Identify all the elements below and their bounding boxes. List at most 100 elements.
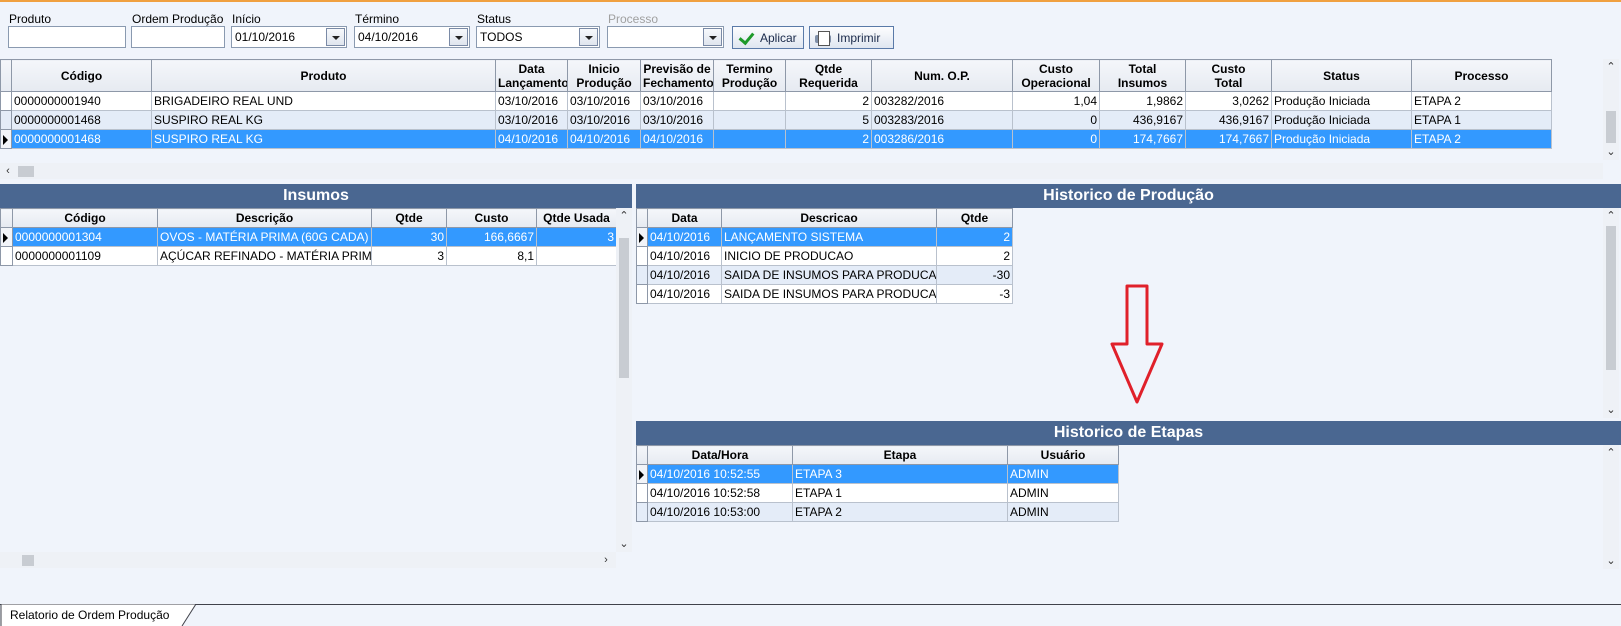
producao-header[interactable]: Data	[647, 208, 722, 228]
processo-label: Processo	[608, 12, 659, 26]
producao-vertical-scrollbar[interactable]: ⌃ ⌄	[1603, 208, 1619, 418]
insumos-vertical-scrollbar[interactable]: ⌃ ⌄	[616, 208, 632, 552]
inicio-dropdown-icon[interactable]	[326, 28, 345, 46]
row-indicator[interactable]	[636, 227, 648, 247]
termino-date-picker[interactable]: 04/10/2016	[354, 26, 470, 48]
producao-row[interactable]: 04/10/2016 SAIDA DE INSUMOS PARA PRODUCA…	[636, 284, 1013, 304]
orders-header[interactable]: Data Lançamento	[495, 59, 568, 92]
processo-dropdown-icon[interactable]	[703, 28, 722, 46]
order-row-selected[interactable]: 0000000001468 SUSPIRO REAL KG 04/10/2016…	[0, 129, 1552, 149]
chevron-up-icon[interactable]: ⌃	[1603, 59, 1619, 75]
chevron-up-icon[interactable]: ⌃	[1603, 445, 1619, 461]
header-line: Status	[1323, 68, 1360, 83]
insumos-header[interactable]: Qtde Usada	[536, 208, 617, 228]
etapa-row[interactable]: 04/10/2016 10:53:00 ETAPA 2 ADMIN	[636, 502, 1119, 522]
row-indicator[interactable]	[636, 502, 648, 522]
orders-header[interactable]: Status	[1271, 59, 1412, 92]
cell: 03/10/2016	[495, 91, 568, 111]
row-indicator[interactable]	[0, 110, 12, 130]
orders-header[interactable]: Custo Total	[1185, 59, 1272, 92]
cell: 04/10/2016 10:52:55	[647, 464, 793, 484]
print-button[interactable]: Imprimir	[809, 26, 894, 49]
etapa-row[interactable]: 04/10/2016 10:52:58 ETAPA 1 ADMIN	[636, 483, 1119, 503]
apply-button[interactable]: Aplicar	[732, 26, 804, 49]
row-indicator[interactable]	[0, 91, 12, 111]
orders-header[interactable]: Produto	[151, 59, 496, 92]
row-indicator[interactable]	[636, 246, 648, 266]
insumos-horizontal-scrollbar[interactable]: ›	[0, 552, 616, 568]
termino-label: Término	[355, 12, 400, 26]
chevron-down-icon[interactable]: ⌄	[1603, 553, 1619, 569]
top-accent-line	[0, 0, 1621, 2]
chevron-up-icon[interactable]: ⌃	[1603, 208, 1619, 224]
scroll-thumb[interactable]	[619, 238, 629, 378]
order-row[interactable]: 0000000001940 BRIGADEIRO REAL UND 03/10/…	[0, 91, 1552, 111]
insumos-grid[interactable]: Código Descrição Qtde Custo Qtde Usada 0…	[0, 208, 617, 266]
ordem-input[interactable]	[131, 26, 225, 48]
produto-input[interactable]	[8, 26, 126, 48]
scroll-thumb[interactable]	[1606, 226, 1616, 370]
scroll-thumb[interactable]	[18, 166, 34, 177]
status-select[interactable]: TODOS	[476, 26, 600, 48]
orders-header[interactable]: Previsão de Fechamento	[640, 59, 714, 92]
orders-header[interactable]: Custo Operacional	[1012, 59, 1100, 92]
etapas-header[interactable]: Data/Hora	[647, 445, 793, 465]
row-indicator[interactable]	[0, 129, 12, 149]
insumos-header[interactable]: Custo	[446, 208, 537, 228]
historico-etapas-grid[interactable]: Data/Hora Etapa Usuário 04/10/2016 10:52…	[636, 445, 1119, 522]
row-indicator[interactable]	[0, 227, 13, 247]
chevron-left-icon[interactable]: ‹	[0, 163, 16, 179]
processo-select[interactable]	[607, 26, 724, 48]
chevron-right-icon[interactable]: ›	[598, 552, 614, 568]
cell: 04/10/2016	[647, 227, 722, 247]
chevron-down-icon[interactable]: ⌄	[616, 536, 632, 552]
insumo-row[interactable]: 0000000001109 AÇÚCAR REFINADO - MATÉRIA …	[0, 246, 617, 266]
chevron-down-icon[interactable]: ⌄	[1603, 144, 1619, 160]
orders-vertical-scrollbar[interactable]: ⌃ ⌄	[1603, 59, 1619, 160]
cell: ETAPA 2	[792, 502, 1008, 522]
etapas-vertical-scrollbar[interactable]: ⌃ ⌄	[1603, 445, 1619, 569]
historico-producao-grid[interactable]: Data Descricao Qtde 04/10/2016 LANÇAMENT…	[636, 208, 1013, 304]
orders-header[interactable]: Código	[11, 59, 152, 92]
etapa-row-selected[interactable]: 04/10/2016 10:52:55 ETAPA 3 ADMIN	[636, 464, 1119, 484]
chevron-down-icon[interactable]: ⌄	[1603, 402, 1619, 418]
orders-grid[interactable]: Código Produto Data Lançamento Inicio Prod…	[0, 59, 1552, 149]
orders-header[interactable]: Inicio Produção	[567, 59, 641, 92]
etapas-header[interactable]: Usuário	[1007, 445, 1119, 465]
cell: 0	[1012, 129, 1100, 149]
scroll-thumb[interactable]	[22, 555, 34, 566]
termino-dropdown-icon[interactable]	[449, 28, 468, 46]
row-indicator[interactable]	[636, 284, 648, 304]
insumos-header[interactable]: Qtde	[371, 208, 447, 228]
insumos-header[interactable]: Descrição	[157, 208, 372, 228]
inicio-date-picker[interactable]: 01/10/2016	[231, 26, 347, 48]
orders-horizontal-scrollbar[interactable]: ‹	[0, 163, 1603, 179]
etapas-header[interactable]: Etapa	[792, 445, 1008, 465]
orders-header[interactable]: Processo	[1411, 59, 1552, 92]
producao-header[interactable]: Descricao	[721, 208, 937, 228]
producao-row[interactable]: 04/10/2016 INICIO DE PRODUCAO 2	[636, 246, 1013, 266]
cell: 436,9167	[1185, 110, 1272, 130]
insumo-row-selected[interactable]: 0000000001304 OVOS - MATÉRIA PRIMA (60G …	[0, 227, 617, 247]
row-indicator[interactable]	[0, 246, 13, 266]
scroll-thumb[interactable]	[1606, 111, 1616, 143]
row-indicator[interactable]	[636, 464, 648, 484]
producao-header[interactable]: Qtde	[936, 208, 1013, 228]
orders-header[interactable]: Qtde Requerida	[785, 59, 872, 92]
insumos-header[interactable]: Código	[12, 208, 158, 228]
inicio-value: 01/10/2016	[235, 30, 296, 44]
chevron-up-icon[interactable]: ⌃	[616, 208, 632, 224]
tab-relatorio[interactable]: Relatorio de Ordem Produção	[0, 604, 179, 626]
producao-row-selected[interactable]: 04/10/2016 LANÇAMENTO SISTEMA 2	[636, 227, 1013, 247]
status-dropdown-icon[interactable]	[579, 28, 598, 46]
inicio-label: Início	[232, 12, 261, 26]
cell: 03/10/2016	[640, 91, 714, 111]
order-row[interactable]: 0000000001468 SUSPIRO REAL KG 03/10/2016…	[0, 110, 1552, 130]
producao-row[interactable]: 04/10/2016 SAIDA DE INSUMOS PARA PRODUCA…	[636, 265, 1013, 285]
orders-header[interactable]: Total Insumos	[1099, 59, 1186, 92]
row-indicator[interactable]	[636, 483, 648, 503]
orders-header[interactable]: Num. O.P.	[871, 59, 1013, 92]
orders-header[interactable]: Termino Produção	[713, 59, 786, 92]
row-indicator[interactable]	[636, 265, 648, 285]
cell	[536, 246, 617, 266]
